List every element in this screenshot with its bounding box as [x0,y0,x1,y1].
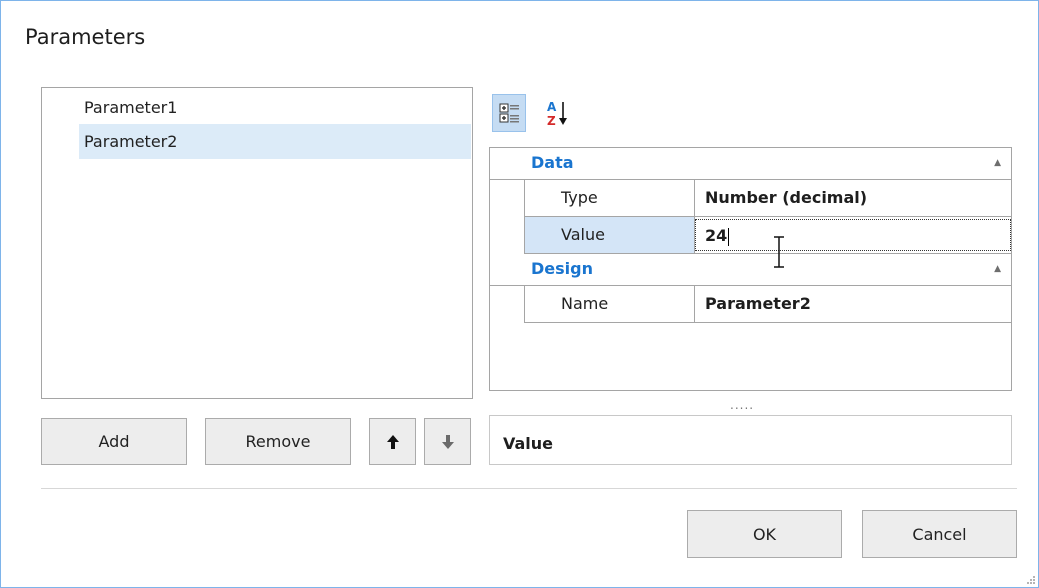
arrow-up-icon [386,435,399,450]
add-button[interactable]: Add [41,418,187,465]
property-name: Value [525,217,695,253]
category-label: Design [531,259,593,278]
move-down-button[interactable] [424,418,471,465]
arrow-down-icon [441,435,454,450]
remove-button[interactable]: Remove [205,418,351,465]
description-title: Value [503,434,554,453]
collapse-icon[interactable]: ▲ [994,148,1001,178]
property-row-name[interactable]: Name Parameter2 [524,286,1011,323]
list-item-parameter1[interactable]: Parameter1 [79,90,471,125]
move-up-button[interactable] [369,418,416,465]
categorized-view-icon [499,103,519,123]
property-value[interactable]: Parameter2 [695,286,1011,322]
ibeam-cursor-icon [774,236,784,268]
collapse-icon[interactable]: ▲ [994,254,1001,284]
category-data[interactable]: Data ▲ [490,148,1011,180]
parameter-list[interactable]: Parameter1 Parameter2 [41,87,473,399]
splitter-handle[interactable]: ..... [730,398,754,412]
parameters-dialog: Parameters Parameter1 Parameter2 Add Rem… [0,0,1039,588]
property-value-text: 24 [705,226,728,245]
alphabetical-sort-button[interactable]: A Z [542,94,576,132]
ok-button[interactable]: OK [687,510,842,558]
category-label: Data [531,153,574,172]
alpha-z-glyph: Z [547,114,556,128]
property-name: Name [525,286,695,322]
list-item-parameter2[interactable]: Parameter2 [79,124,471,159]
property-value[interactable]: Number (decimal) [695,180,1011,216]
category-design[interactable]: Design ▲ [490,254,1011,286]
categorized-view-button[interactable] [492,94,526,132]
divider [41,488,1017,489]
property-name: Type [525,180,695,216]
alpha-a-glyph: A [547,100,557,114]
property-row-value[interactable]: Value 24 [524,217,1011,254]
property-value-editor[interactable]: 24 [695,219,1011,251]
resize-grip-icon[interactable] [1026,575,1036,585]
description-panel: Value [489,415,1012,465]
alphabetical-sort-icon: A Z [547,100,567,128]
property-grid[interactable]: Data ▲ Type Number (decimal) Value 24 De… [489,147,1012,391]
text-caret [728,227,730,246]
property-row-type[interactable]: Type Number (decimal) [524,180,1011,217]
cancel-button[interactable]: Cancel [862,510,1017,558]
dialog-title: Parameters [25,25,146,49]
